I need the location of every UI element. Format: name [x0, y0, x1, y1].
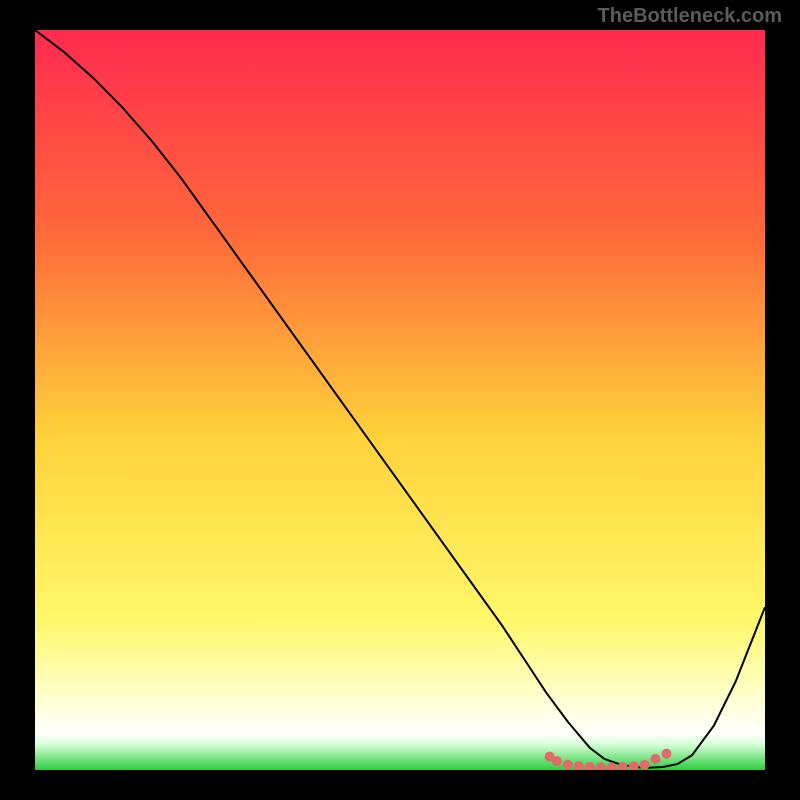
- valley-dot: [640, 760, 650, 770]
- valley-dot: [552, 756, 562, 766]
- plot-area: [35, 30, 765, 770]
- gradient-background: [35, 30, 765, 770]
- valley-dot: [651, 754, 661, 764]
- valley-dot: [563, 760, 573, 770]
- chart-container: TheBottleneck.com: [0, 0, 800, 800]
- watermark-text: TheBottleneck.com: [598, 5, 782, 28]
- valley-dot: [661, 749, 671, 759]
- chart-svg: [35, 30, 765, 770]
